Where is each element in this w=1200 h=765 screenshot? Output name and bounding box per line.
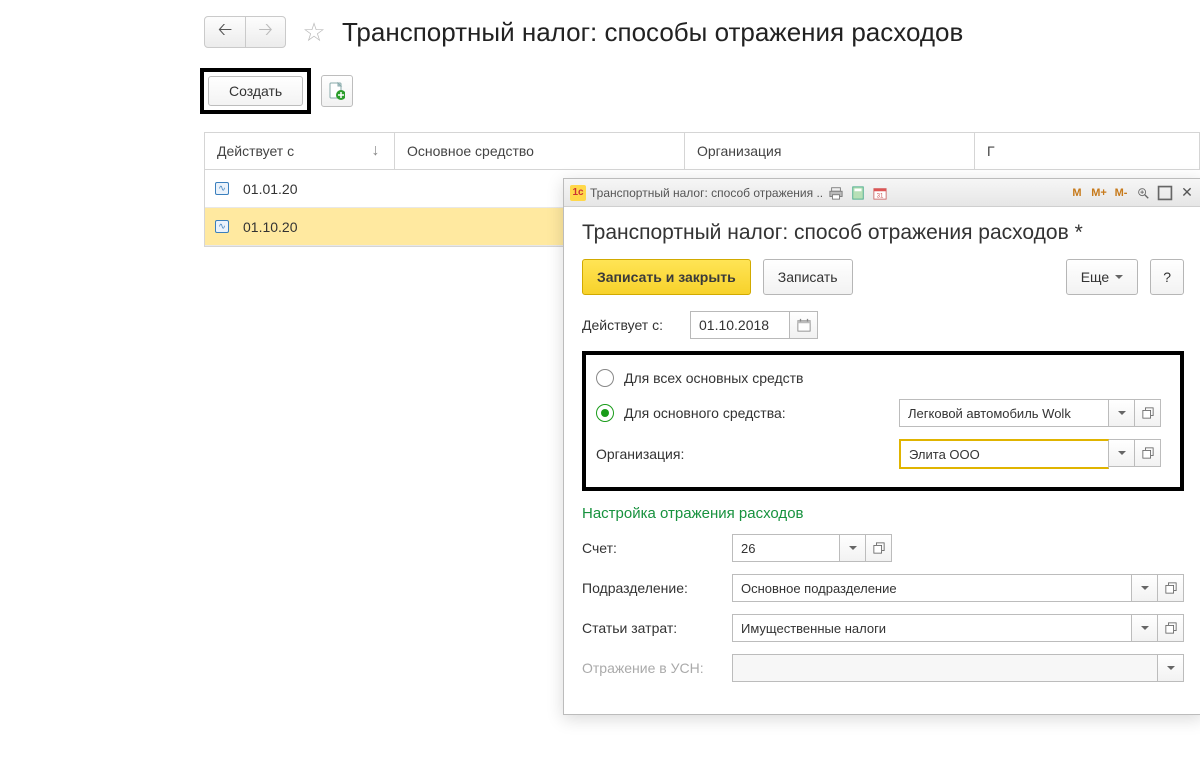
org-dropdown-button[interactable] [1109,439,1135,467]
dept-dropdown-button[interactable] [1132,574,1158,602]
calendar-icon[interactable]: 31 [871,184,889,202]
col-last[interactable]: Г [975,133,1200,169]
nav-back-button[interactable]: 🡠 [205,17,245,47]
account-open-button[interactable] [866,534,892,562]
asset-dropdown-button[interactable] [1109,399,1135,427]
nav-forward-button[interactable]: 🡢 [245,17,285,47]
print-icon[interactable] [827,184,845,202]
cost-input[interactable]: Имущественные налоги [732,614,1132,642]
cost-dropdown-button[interactable] [1132,614,1158,642]
mem-mminus-button[interactable]: M- [1112,184,1130,202]
org-input[interactable]: Элита ООО [899,439,1109,469]
dept-input[interactable]: Основное подразделение [732,574,1132,602]
dept-label: Подразделение: [582,580,732,596]
sort-arrow-icon: ↓ [356,142,394,160]
col-date[interactable]: Действует с ↓ [205,133,395,169]
row-icon: ∿ [205,220,239,233]
account-label: Счет: [582,540,732,556]
radio-checked-icon [596,404,614,422]
section-title: Настройка отражения расходов [582,505,1184,522]
app-logo-1c-icon: 1c [570,185,586,201]
radio-icon [596,369,614,387]
org-open-button[interactable] [1135,439,1161,467]
mem-m-button[interactable]: M [1068,184,1086,202]
page-title: Транспортный налог: способы отражения ра… [342,17,963,48]
dialog-window: 1c Транспортный налог: способ отражения … [563,178,1200,715]
account-dropdown-button[interactable] [840,534,866,562]
selection-highlight-box: Для всех основных средств Для основного … [582,351,1184,491]
date-input[interactable]: 01.10.2018 [690,311,790,339]
usn-input [732,654,1158,682]
org-label: Организация: [596,446,899,462]
col-org[interactable]: Организация [685,133,975,169]
dialog-heading: Транспортный налог: способ отражения рас… [582,221,1184,245]
col-asset[interactable]: Основное средство [395,133,685,169]
asset-input[interactable]: Легковой автомобиль Wolk [899,399,1109,427]
asset-open-button[interactable] [1135,399,1161,427]
create-highlight: Создать [200,68,311,114]
document-plus-icon [329,82,345,100]
dept-open-button[interactable] [1158,574,1184,602]
dialog-window-title: Транспортный налог: способ отражения .. [590,186,823,200]
row-icon: ∿ [205,182,239,195]
add-document-button[interactable] [321,75,353,107]
cost-open-button[interactable] [1158,614,1184,642]
cost-label: Статьи затрат: [582,620,732,636]
save-button[interactable]: Записать [763,259,853,295]
calendar-button[interactable] [790,311,818,339]
calc-icon[interactable] [849,184,867,202]
date-label: Действует с: [582,317,690,333]
table-header: Действует с ↓ Основное средство Организа… [205,133,1200,170]
more-button[interactable]: Еще [1066,259,1139,295]
zoom-icon[interactable] [1134,184,1152,202]
mem-mplus-button[interactable]: M+ [1090,184,1108,202]
usn-label: Отражение в УСН: [582,660,732,676]
nav-group: 🡠 🡢 [204,16,286,48]
create-button[interactable]: Создать [208,76,303,106]
maximize-icon[interactable] [1156,184,1174,202]
radio-single-asset[interactable]: Для основного средства: Легковой автомоб… [596,399,1170,427]
favorite-star-icon[interactable]: ☆ [300,18,328,46]
dialog-titlebar[interactable]: 1c Транспортный налог: способ отражения … [564,179,1200,207]
save-close-button[interactable]: Записать и закрыть [582,259,751,295]
calendar-small-icon [797,318,811,332]
radio-all-assets[interactable]: Для всех основных средств [596,369,1170,387]
close-icon[interactable]: ✕ [1178,184,1196,202]
svg-text:31: 31 [877,192,884,199]
help-button[interactable]: ? [1150,259,1184,295]
account-input[interactable]: 26 [732,534,840,562]
usn-dropdown-button [1158,654,1184,682]
